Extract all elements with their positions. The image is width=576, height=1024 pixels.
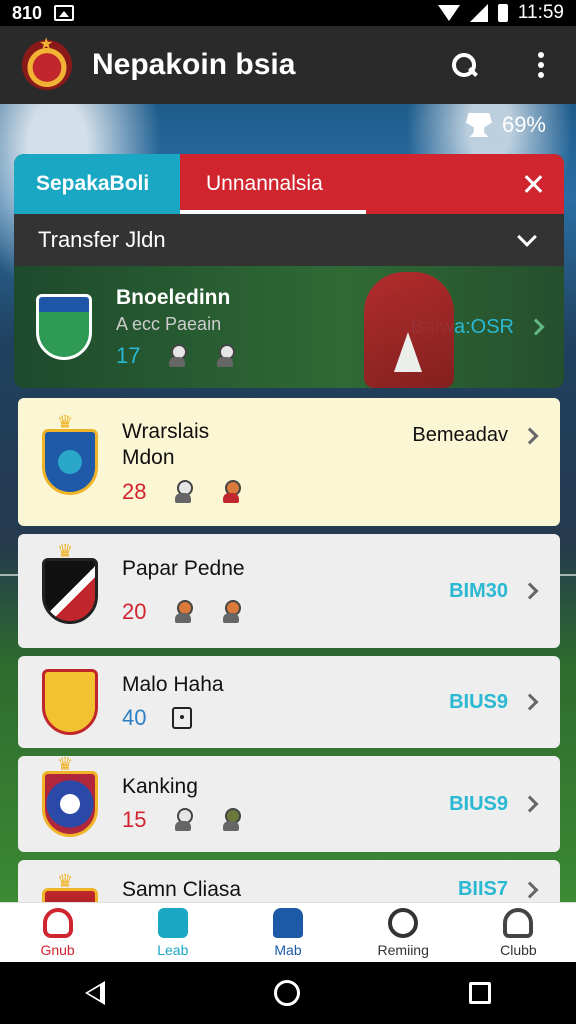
team-crest — [36, 294, 92, 360]
team-name: Kanking — [122, 775, 198, 798]
team-crest: ♛ — [42, 541, 98, 624]
nav-label: Gnub — [40, 941, 75, 958]
team-number: 15 — [122, 807, 147, 832]
ranking-icon — [388, 907, 419, 938]
transfer-value: BIUS9 — [449, 690, 508, 713]
crown-icon: ♛ — [57, 871, 74, 891]
list-item[interactable]: ♛ Kanking 15 BIUS9 — [18, 754, 560, 852]
team-name: Wrarslais Mdon — [122, 420, 210, 469]
home-icon[interactable] — [273, 980, 300, 1006]
player-icon — [172, 480, 194, 504]
tab-label: Unnannalsia — [206, 172, 323, 195]
player-icon — [172, 808, 194, 832]
crown-icon: ♛ — [57, 412, 74, 432]
trophy-icon — [465, 113, 492, 137]
player-icon — [172, 600, 194, 624]
status-time: 11:59 — [517, 2, 564, 23]
list-item[interactable]: ♛ Wrarslais Mdon 28 Bemeadav — [18, 398, 560, 526]
tab-sepakabola[interactable]: SepakaBoli — [14, 154, 180, 214]
transfer-value: BIM30 — [449, 579, 508, 602]
team-number: 28 — [122, 479, 147, 504]
transfer-title: Transfer Jldn — [38, 227, 166, 252]
more-options-icon[interactable] — [538, 52, 544, 78]
team-crest — [42, 669, 98, 735]
team-name: Papar Pedne — [122, 557, 245, 580]
card-icon — [172, 707, 193, 729]
crown-icon: ♛ — [57, 541, 74, 561]
chevron-right-icon[interactable] — [521, 693, 539, 711]
search-icon[interactable] — [450, 51, 478, 79]
bottom-navigation: Gnub Leab Mab Remiing Clubb — [0, 902, 576, 962]
nav-ranking[interactable]: Remiing — [346, 903, 461, 962]
recents-icon[interactable] — [469, 982, 492, 1004]
player-icon — [220, 600, 242, 624]
stat-indicator: 69% — [465, 112, 546, 138]
app-bar: Nepakoin bsia — [0, 26, 576, 104]
tab-indonesia[interactable]: Unnannalsia — [180, 154, 564, 214]
transfer-value: Bemeadav — [412, 424, 508, 446]
chevron-right-icon[interactable] — [521, 582, 539, 600]
transfer-value: BIIS7 — [457, 878, 508, 900]
crown-icon: ♛ — [57, 754, 74, 774]
profile-icon — [503, 907, 534, 938]
nav-profile[interactable]: Clubb — [461, 903, 576, 962]
status-left-text: 810 — [12, 2, 43, 23]
battery-icon — [497, 4, 508, 22]
chevron-right-icon[interactable] — [521, 427, 539, 444]
app-title: Nepakoin bsia — [92, 48, 296, 81]
nav-league[interactable]: Leab — [115, 903, 230, 962]
back-icon[interactable] — [84, 981, 105, 1005]
featured-transfer[interactable]: Bnoeledinn A ecc Paeain 17 Baiwa:OSR — [14, 266, 564, 388]
league-icon — [157, 907, 188, 938]
transfer-panel: SepakaBoli Unnannalsia Transfer Jldn Bno… — [14, 154, 564, 388]
transfer-header[interactable]: Transfer Jldn — [14, 214, 564, 266]
player-image — [364, 272, 454, 388]
team-crest: ♛ — [42, 412, 98, 495]
match-icon — [273, 907, 303, 938]
nav-label: Leab — [157, 941, 189, 958]
player-icon — [220, 480, 242, 504]
team-number: 40 — [122, 705, 147, 730]
system-navigation-bar — [0, 962, 576, 1024]
player-icon — [220, 808, 242, 832]
chevron-right-icon[interactable] — [521, 795, 539, 813]
player-icon — [166, 343, 188, 368]
status-bar: 810 11:59 — [0, 0, 576, 26]
stat-value: 69% — [501, 112, 546, 137]
nav-label: Mab — [274, 941, 302, 958]
nav-label: Remiing — [377, 941, 429, 958]
chevron-right-icon[interactable] — [521, 881, 539, 898]
team-crest: ♛ — [42, 754, 98, 837]
transfer-list: ♛ Wrarslais Mdon 28 Bemeadav ♛ Papar Ped… — [18, 398, 560, 932]
signal-icon — [469, 4, 488, 22]
team-name: Samn Cliasa — [122, 878, 242, 901]
chevron-down-icon[interactable] — [517, 227, 537, 247]
nav-club[interactable]: Gnub — [0, 903, 115, 962]
team-name: Malo Haha — [122, 673, 224, 696]
team-subtitle: A ecc Paeain — [116, 313, 222, 334]
app-logo — [22, 34, 72, 90]
team-number: 20 — [122, 599, 147, 624]
transfer-value: BIUS9 — [449, 792, 508, 815]
player-icon — [214, 343, 236, 368]
close-icon[interactable] — [524, 175, 542, 193]
nav-label: Clubb — [500, 941, 537, 958]
wifi-icon — [437, 5, 460, 21]
tab-label: SepakaBoli — [36, 172, 150, 195]
image-notification-icon — [54, 5, 75, 21]
team-name: Bnoeledinn — [116, 285, 231, 309]
team-number: 17 — [116, 342, 141, 368]
nav-match[interactable]: Mab — [230, 903, 345, 962]
club-icon — [42, 907, 73, 938]
list-item[interactable]: Malo Haha 40 BIUS9 — [18, 656, 560, 748]
chevron-right-icon[interactable] — [527, 318, 545, 336]
list-item[interactable]: ♛ Papar Pedne 20 BIM30 — [18, 534, 560, 648]
